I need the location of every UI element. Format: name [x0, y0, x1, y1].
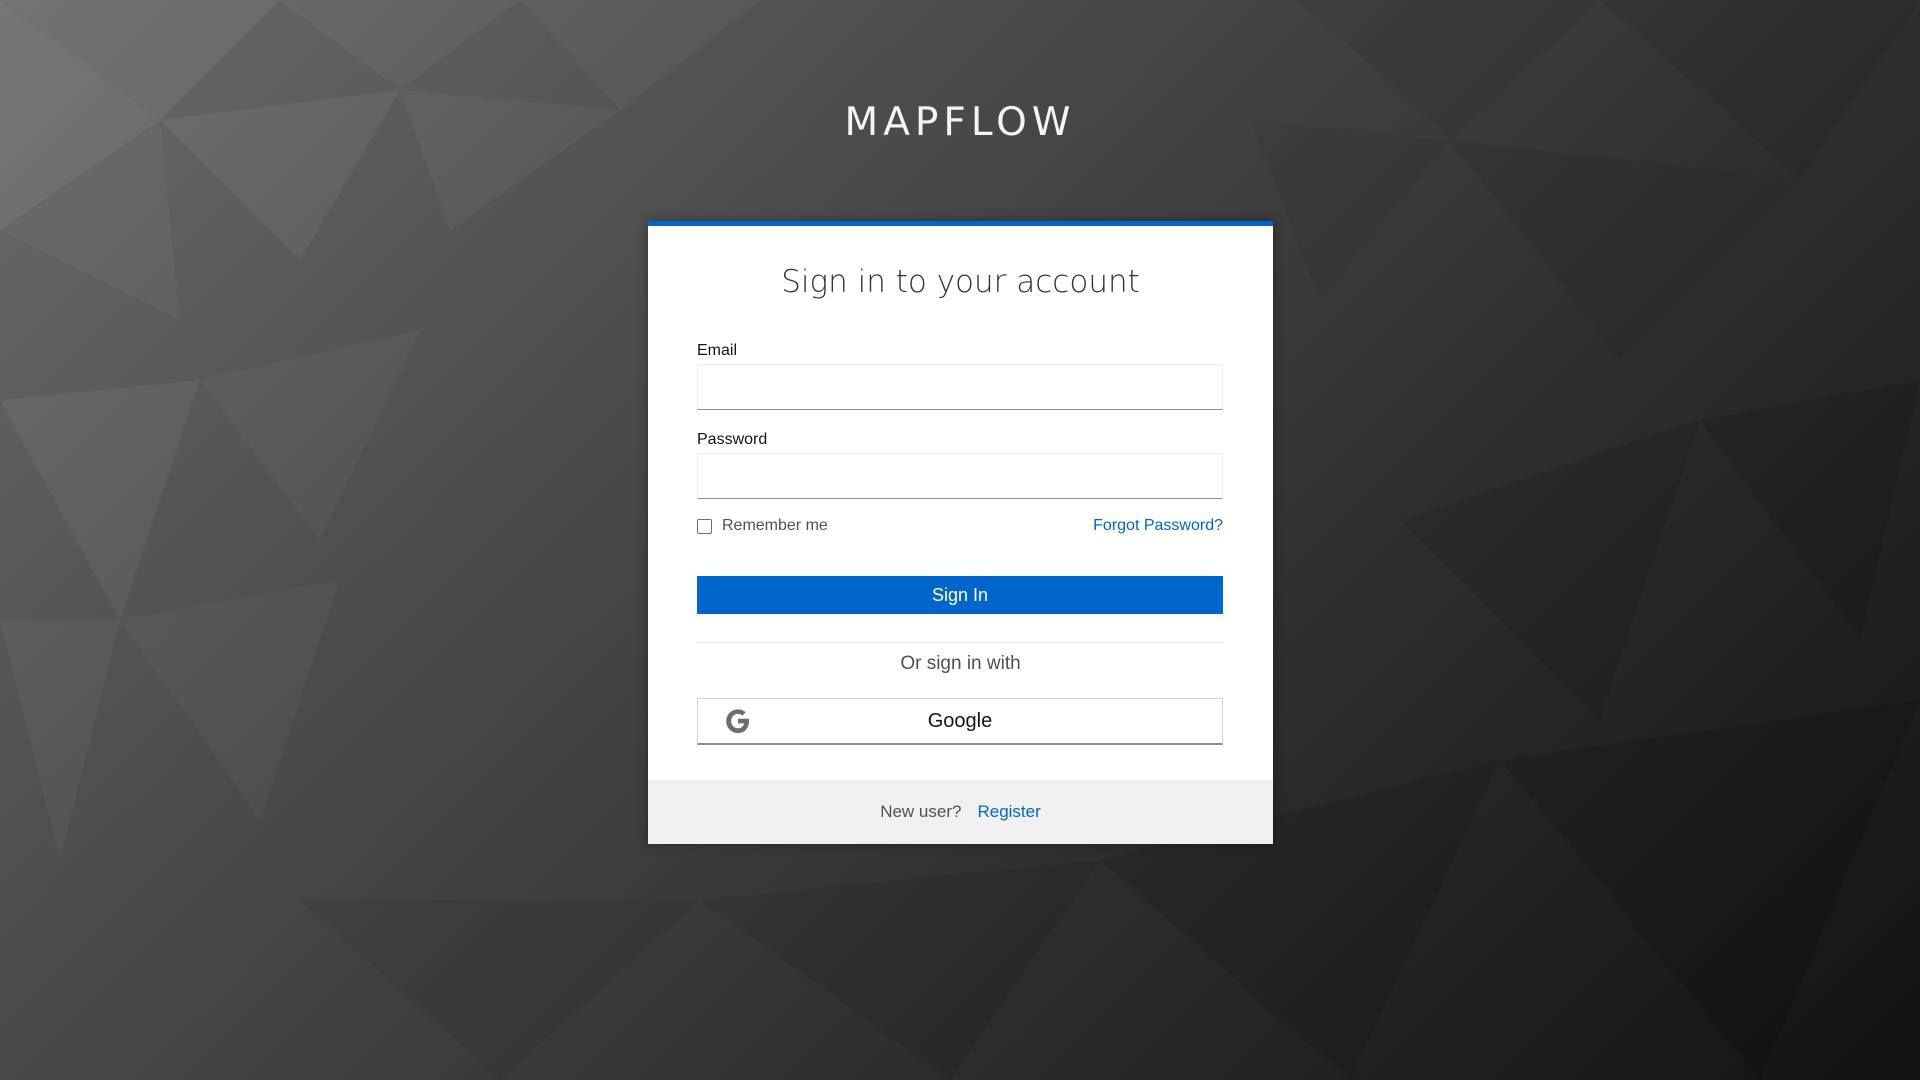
password-label: Password — [697, 431, 768, 448]
email-label: Email — [697, 342, 738, 359]
card-footer: New user? Register — [648, 780, 1273, 844]
google-g-icon — [726, 709, 749, 733]
page-title: Sign in to your account — [781, 264, 1140, 300]
or-sign-in-with-text: Or sign in with — [900, 653, 1021, 674]
register-link[interactable]: Register — [977, 802, 1040, 822]
forgot-password-link[interactable]: Forgot Password? — [1093, 517, 1223, 535]
sign-in-button[interactable]: Sign In — [697, 576, 1223, 614]
remember-me-label[interactable]: Remember me — [722, 517, 828, 535]
email-field[interactable] — [697, 364, 1223, 410]
brand-logo-text: MAPFLOW — [844, 100, 1076, 145]
google-button-label: Google — [927, 709, 993, 732]
remember-me-row: Remember me — [697, 517, 828, 535]
new-user-text: New user? — [880, 802, 962, 821]
password-field[interactable] — [697, 453, 1223, 499]
google-sign-in-button[interactable]: Google — [697, 698, 1223, 745]
remember-me-checkbox[interactable] — [697, 518, 712, 534]
divider — [697, 642, 1223, 643]
login-card: Sign in to your account Email Password R… — [648, 221, 1273, 844]
